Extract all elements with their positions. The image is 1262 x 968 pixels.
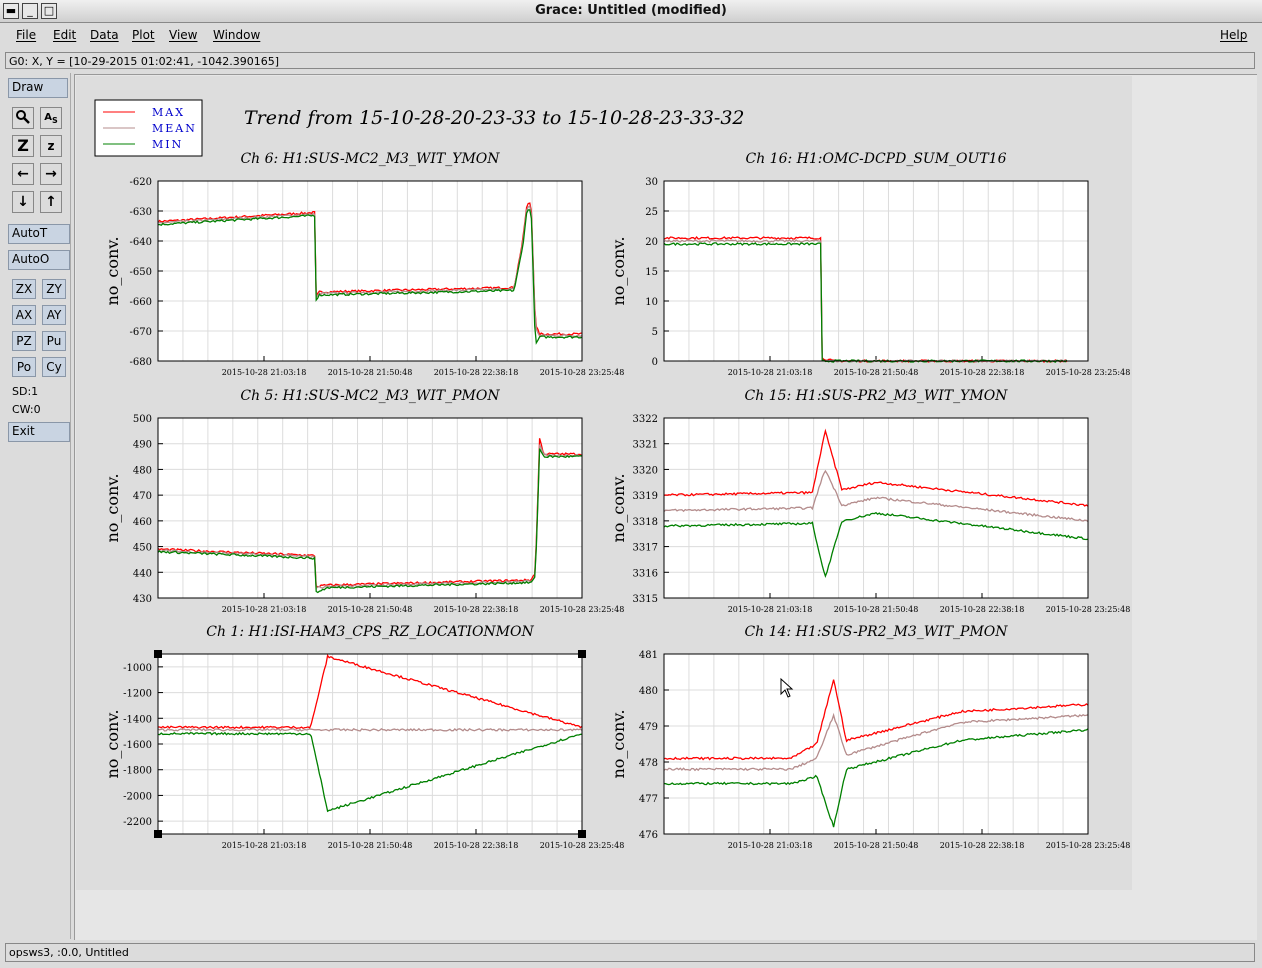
- chart-title: Ch 16: H1:OMC-DCPD_SUM_OUT16: [746, 151, 1007, 167]
- x-tick-label: 2015-10-28 21:50:48: [328, 841, 413, 850]
- y-tick-label: 0: [652, 357, 658, 368]
- x-tick-label: 2015-10-28 21:50:48: [834, 368, 919, 377]
- y-tick-label: 25: [645, 207, 658, 218]
- y-tick-label: -1800: [123, 766, 152, 777]
- y-tick-label: -650: [130, 267, 152, 278]
- chart-title: Ch 6: H1:SUS-MC2_M3_WIT_YMON: [240, 151, 500, 167]
- plots-svg[interactable]: MAX MEAN MIN Trend from 15-10-28-20-23-3…: [0, 0, 1262, 968]
- y-tick-label: 477: [639, 794, 658, 805]
- y-tick-label: -1200: [123, 689, 152, 700]
- y-tick-label: 480: [639, 686, 658, 697]
- y-tick-label: 478: [639, 758, 658, 769]
- y-tick-label: 3318: [633, 517, 658, 528]
- y-axis-label: no_conv.: [103, 709, 122, 778]
- y-tick-label: 5: [652, 327, 658, 338]
- x-tick-label: 2015-10-28 22:38:18: [940, 605, 1025, 614]
- chart-title: Ch 14: H1:SUS-PR2_M3_WIT_PMON: [744, 624, 1008, 640]
- chart-4[interactable]: -1000 -1200 -1400 -1600 -1800 -2000 -2200 2015-…: [103, 624, 624, 850]
- chart-plot-area[interactable]: [664, 418, 1088, 598]
- x-tick-label: 2015-10-28 21:03:18: [222, 368, 307, 377]
- chart-plot-area[interactable]: [664, 654, 1088, 834]
- y-tick-label: 3317: [633, 543, 658, 554]
- x-tick-label: 2015-10-28 21:03:18: [728, 841, 813, 850]
- y-tick-label: 481: [639, 650, 658, 661]
- y-tick-label: -1000: [123, 663, 152, 674]
- chart-0[interactable]: -620 -630 -640 -650 -660 -670 -680 2015-10-28 2…: [103, 151, 624, 377]
- chart-title: Ch 1: H1:ISI-HAM3_CPS_RZ_LOCATIONMON: [206, 624, 534, 640]
- x-tick-label: 2015-10-28 23:25:48: [540, 368, 625, 377]
- plot-title: Trend from 15-10-28-20-23-33 to 15-10-28…: [244, 107, 745, 129]
- y-tick-label: 3321: [633, 440, 658, 451]
- x-tick-label: 2015-10-28 21:50:48: [834, 841, 919, 850]
- legend-mean: MEAN: [152, 122, 197, 135]
- x-tick-label: 2015-10-28 23:25:48: [1046, 605, 1131, 614]
- x-tick-label: 2015-10-28 23:25:48: [1046, 368, 1131, 377]
- y-tick-label: -640: [130, 237, 152, 248]
- y-axis-label: no_conv.: [609, 236, 628, 305]
- x-tick-label: 2015-10-28 22:38:18: [940, 841, 1025, 850]
- y-tick-label: -2200: [123, 817, 152, 828]
- x-tick-label: 2015-10-28 22:38:18: [434, 368, 519, 377]
- y-tick-label: 440: [133, 568, 152, 579]
- y-axis-label: no_conv.: [609, 709, 628, 778]
- y-tick-label: 30: [645, 177, 658, 188]
- x-tick-label: 2015-10-28 22:38:18: [940, 368, 1025, 377]
- y-tick-label: 450: [133, 543, 152, 554]
- x-tick-label: 2015-10-28 21:03:18: [222, 841, 307, 850]
- y-tick-label: 3320: [633, 465, 658, 476]
- chart-2[interactable]: 500 490 480 470 460 450 440 430 2015-10-28 21:03…: [103, 388, 624, 614]
- y-axis-label: no_conv.: [103, 236, 122, 305]
- y-tick-label: 20: [645, 237, 658, 248]
- y-axis-label: no_conv.: [103, 473, 122, 542]
- x-tick-label: 2015-10-28 21:03:18: [728, 605, 813, 614]
- y-tick-label: 430: [133, 594, 152, 605]
- x-tick-label: 2015-10-28 23:25:48: [1046, 841, 1131, 850]
- y-tick-label: -680: [130, 357, 152, 368]
- y-tick-label: 10: [645, 297, 658, 308]
- y-tick-label: 3322: [633, 414, 658, 425]
- chart-1[interactable]: 30 25 20 15 10 5 0 2015-10-28 21:03:18 2015-10-2…: [609, 151, 1130, 377]
- x-tick-label: 2015-10-28 22:38:18: [434, 605, 519, 614]
- chart-5[interactable]: 481 480 479 478 477 476 2015-10-28 21:03:18 201…: [609, 624, 1130, 850]
- y-tick-label: -670: [130, 327, 152, 338]
- x-tick-label: 2015-10-28 21:03:18: [728, 368, 813, 377]
- y-tick-label: 479: [639, 722, 658, 733]
- legend-min: MIN: [152, 138, 183, 151]
- x-tick-label: 2015-10-28 21:50:48: [328, 605, 413, 614]
- y-tick-label: -630: [130, 207, 152, 218]
- y-tick-label: 3316: [633, 568, 658, 579]
- x-tick-label: 2015-10-28 21:50:48: [328, 368, 413, 377]
- y-tick-label: -1400: [123, 714, 152, 725]
- y-tick-label: -1600: [123, 740, 152, 751]
- x-tick-label: 2015-10-28 23:25:48: [540, 605, 625, 614]
- y-tick-label: 3319: [633, 491, 658, 502]
- y-tick-label: 480: [133, 465, 152, 476]
- x-tick-label: 2015-10-28 23:25:48: [540, 841, 625, 850]
- y-tick-label: 470: [133, 491, 152, 502]
- y-axis-label: no_conv.: [609, 473, 628, 542]
- y-tick-label: 490: [133, 440, 152, 451]
- chart-plot-area[interactable]: [158, 418, 582, 598]
- chart-title: Ch 15: H1:SUS-PR2_M3_WIT_YMON: [745, 388, 1009, 404]
- y-tick-label: 15: [645, 267, 658, 278]
- status-bar: opsws3, :0.0, Untitled: [5, 943, 1255, 962]
- y-tick-label: 500: [133, 414, 152, 425]
- chart-title: Ch 5: H1:SUS-MC2_M3_WIT_PMON: [240, 388, 500, 404]
- legend-max: MAX: [152, 106, 185, 119]
- y-tick-label: 460: [133, 517, 152, 528]
- y-tick-label: 3315: [633, 594, 658, 605]
- x-tick-label: 2015-10-28 21:50:48: [834, 605, 919, 614]
- x-tick-label: 2015-10-28 21:03:18: [222, 605, 307, 614]
- y-tick-label: -2000: [123, 791, 152, 802]
- chart-3[interactable]: 3322 3321 3320 3319 3318 3317 3316 3315 2015-10-…: [609, 388, 1130, 614]
- y-tick-label: -620: [130, 177, 152, 188]
- legend: MAX MEAN MIN: [94, 99, 203, 157]
- y-tick-label: -660: [130, 297, 152, 308]
- x-tick-label: 2015-10-28 22:38:18: [434, 841, 519, 850]
- y-tick-label: 476: [639, 830, 658, 841]
